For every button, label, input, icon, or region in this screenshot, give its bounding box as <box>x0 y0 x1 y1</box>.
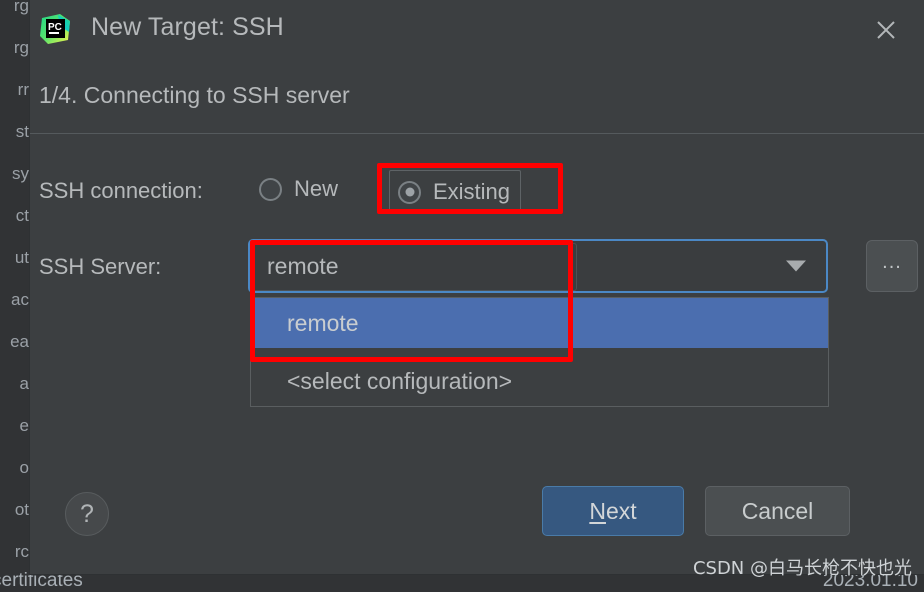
ellipsis-icon: ... <box>882 251 902 273</box>
background-text-fragment: ct <box>15 206 29 225</box>
pycharm-logo-icon: PC <box>38 12 72 46</box>
chevron-down-icon[interactable] <box>786 260 806 272</box>
next-mnemonic: N <box>589 497 606 524</box>
step-heading: 1/4. Connecting to SSH server <box>39 82 350 108</box>
help-button[interactable]: ? <box>65 492 109 536</box>
cancel-button[interactable]: Cancel <box>705 486 850 536</box>
background-text-fragment: ea <box>10 332 29 351</box>
dialog-title-bar: PC New Target: SSH <box>30 0 924 58</box>
background-text-fragment: rg <box>13 38 29 57</box>
background-text-fragment: st <box>15 122 29 141</box>
ssh-connection-label: SSH connection: <box>39 178 203 203</box>
radio-ssh-connection-new[interactable]: New <box>259 172 338 206</box>
dropdown-item-select-configuration[interactable]: <select configuration> <box>251 356 828 406</box>
background-text-fragment: rc <box>14 542 29 561</box>
background-text-fragment: rg <box>13 0 29 15</box>
ssh-server-value: remote <box>267 252 339 279</box>
dialog-form: SSH connection: New Existing SSH Server:… <box>30 134 924 486</box>
ssh-server-browse-button[interactable]: ... <box>866 240 918 292</box>
next-button-label: Next <box>589 498 636 525</box>
radio-circle-icon <box>259 177 282 201</box>
dropdown-item-remote[interactable]: remote <box>251 298 828 348</box>
next-rest: ext <box>605 497 637 524</box>
radio-circle-selected-icon <box>398 180 421 204</box>
close-icon[interactable] <box>866 10 906 50</box>
background-text-fragment: rr <box>17 80 29 99</box>
dialog-title: New Target: SSH <box>91 13 284 41</box>
ssh-server-label: SSH Server: <box>39 254 162 279</box>
radio-label-new: New <box>294 176 339 201</box>
ssh-server-combobox[interactable]: remote <box>248 239 828 293</box>
background-text-fragment: o <box>19 458 29 477</box>
screen-root: rg rg rr st sy ct ut ac ea a e o ot rc c… <box>0 0 924 592</box>
background-text-fragment: e <box>19 416 29 435</box>
background-text-fragment: a <box>19 374 29 393</box>
csdn-watermark: CSDN @白马长枪不快也光 <box>692 558 912 579</box>
ssh-server-combobox-wrap: remote <box>248 239 828 293</box>
dropdown-gap <box>251 348 828 356</box>
svg-text:PC: PC <box>48 22 62 33</box>
background-editor-strip: rg rg rr st sy ct ut ac ea a e o ot rc <box>0 0 30 592</box>
background-text-fragment: ut <box>14 248 29 267</box>
radio-label-existing: Existing <box>433 179 511 204</box>
new-target-ssh-dialog: PC New Target: SSH 1/4. Connecting to SS… <box>30 0 924 574</box>
background-text-fragment: ac <box>11 290 29 309</box>
ssh-server-dropdown-list[interactable]: remote <select configuration> <box>250 297 829 407</box>
radio-ssh-connection-existing[interactable]: Existing <box>389 170 522 214</box>
background-text-fragment: sy <box>12 164 29 183</box>
next-button[interactable]: Next <box>542 486 684 536</box>
background-text-fragment: ot <box>14 500 29 519</box>
